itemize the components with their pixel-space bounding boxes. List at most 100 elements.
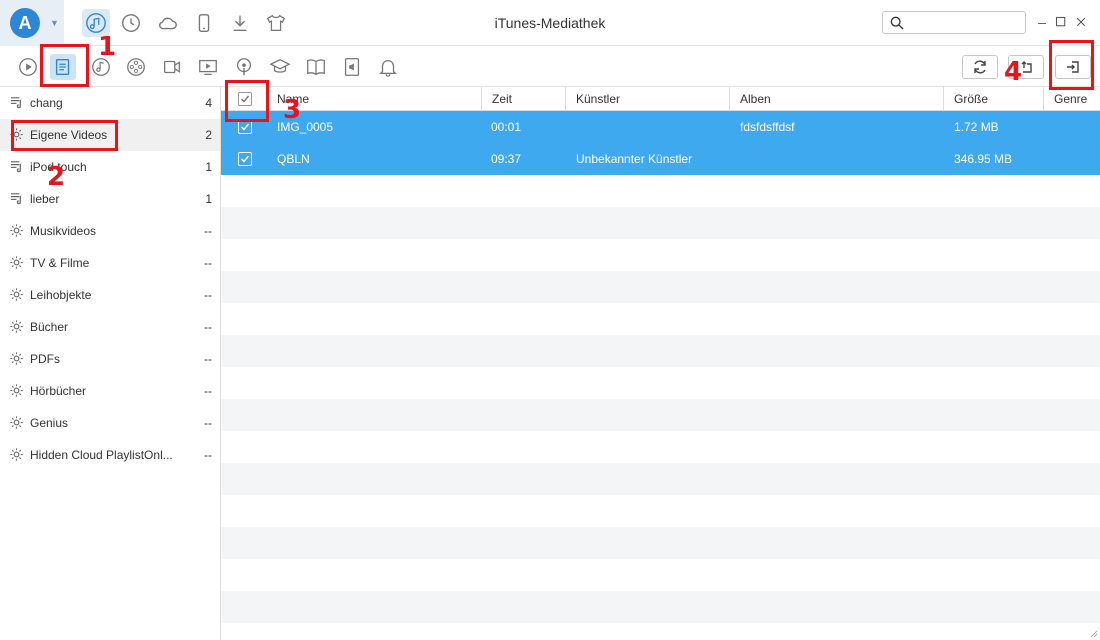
phone-icon[interactable] xyxy=(190,9,218,37)
highlight-box-4 xyxy=(1049,40,1094,90)
table-header: Name Zeit Künstler Alben Größe Genre xyxy=(221,87,1100,111)
empty-row xyxy=(221,463,1100,495)
audiobook-icon[interactable] xyxy=(339,54,365,80)
sidebar-item-label: Musikvideos xyxy=(30,224,97,238)
refresh-icon xyxy=(974,60,986,74)
search-icon xyxy=(890,16,904,30)
gear-icon xyxy=(9,447,24,462)
highlight-box-3 xyxy=(225,80,269,122)
cloud-icon[interactable] xyxy=(154,9,182,37)
gear-icon xyxy=(9,415,24,430)
sidebar-item-count: -- xyxy=(204,224,212,238)
sidebar-item-label: Leihobjekte xyxy=(30,288,92,302)
cell-zeit: 00:01 xyxy=(491,120,522,134)
highlight-box-1 xyxy=(40,44,89,87)
empty-row xyxy=(221,591,1100,623)
sidebar-item-label: Hidden Cloud PlaylistOnl... xyxy=(30,448,173,462)
sidebar-item[interactable]: iPod touch 1 xyxy=(0,151,220,183)
sidebar-item-count: -- xyxy=(204,416,212,430)
sidebar-item-count: 1 xyxy=(205,192,212,206)
column-header-kuenstler[interactable]: Künstler xyxy=(565,87,729,111)
resize-grip-icon[interactable] xyxy=(1088,628,1098,638)
podcast-icon[interactable] xyxy=(231,54,257,80)
empty-row xyxy=(221,527,1100,559)
sidebar-item-label: Genius xyxy=(30,416,69,430)
sidebar-item-label: Bücher xyxy=(30,320,69,334)
title-bar: A ▼ iTunes-Mediathek – xyxy=(0,0,1100,46)
annotation-number-1: 1 xyxy=(98,32,117,62)
sidebar-item-label: Hörbücher xyxy=(30,384,87,398)
maximize-icon[interactable] xyxy=(1053,14,1069,30)
table-body: IMG_0005 00:01 fdsfdsffdsf 1.72 MB QBLN 09:37… xyxy=(221,111,1100,623)
sidebar-item[interactable]: Hidden Cloud PlaylistOnl... -- xyxy=(0,439,220,471)
empty-row xyxy=(221,431,1100,463)
gear-icon xyxy=(9,255,24,270)
book-icon[interactable] xyxy=(303,54,329,80)
search-field[interactable] xyxy=(882,11,1026,34)
empty-row xyxy=(221,399,1100,431)
empty-row xyxy=(221,335,1100,367)
sidebar-item-label: PDFs xyxy=(30,352,60,366)
sidebar-item-count: -- xyxy=(204,448,212,462)
row-checkbox[interactable] xyxy=(238,152,252,166)
sidebar-item[interactable]: Genius -- xyxy=(0,407,220,439)
checkmark-icon xyxy=(241,123,250,131)
play-icon[interactable] xyxy=(15,54,41,80)
cell-kuenstler: Unbekannter Künstler xyxy=(576,152,693,166)
row-checkbox[interactable] xyxy=(238,120,252,134)
empty-row xyxy=(221,271,1100,303)
sidebar-item-count: -- xyxy=(204,288,212,302)
sidebar-item-label: lieber xyxy=(30,192,60,206)
checkmark-icon xyxy=(241,155,250,163)
column-header-alben[interactable]: Alben xyxy=(729,87,943,111)
sidebar-item[interactable]: Hörbücher -- xyxy=(0,375,220,407)
app-logo[interactable]: A ▼ xyxy=(0,0,64,46)
cell-alben: fdsfdsffdsf xyxy=(740,120,795,134)
column-header-groesse[interactable]: Größe xyxy=(943,87,1043,111)
window-title: iTunes-Mediathek xyxy=(494,15,606,31)
sidebar-item-count: -- xyxy=(204,320,212,334)
empty-row xyxy=(221,175,1100,207)
sidebar-item[interactable]: lieber 1 xyxy=(0,183,220,215)
tv-icon[interactable] xyxy=(195,54,221,80)
empty-row xyxy=(221,303,1100,335)
category-toolbar xyxy=(0,46,1100,87)
table-row[interactable]: IMG_0005 00:01 fdsfdsffdsf 1.72 MB xyxy=(221,111,1100,143)
sidebar-item[interactable]: Leihobjekte -- xyxy=(0,279,220,311)
gear-icon xyxy=(9,351,24,366)
bell-icon[interactable] xyxy=(375,54,401,80)
sidebar-item-label: chang xyxy=(30,96,63,110)
sidebar-item-count: -- xyxy=(204,384,212,398)
highlight-box-2 xyxy=(11,120,118,151)
film-reel-icon[interactable] xyxy=(123,54,149,80)
minimize-icon[interactable]: – xyxy=(1034,14,1050,30)
download-icon[interactable] xyxy=(226,9,254,37)
playlist-icon xyxy=(9,95,24,110)
empty-row xyxy=(221,367,1100,399)
history-icon[interactable] xyxy=(117,9,145,37)
sidebar-item[interactable]: chang 4 xyxy=(0,87,220,119)
annotation-number-4: 4 xyxy=(1004,57,1023,87)
cell-zeit: 09:37 xyxy=(491,152,522,166)
sidebar-item-count: -- xyxy=(204,256,212,270)
cell-name: QBLN xyxy=(277,152,310,166)
tshirt-icon[interactable] xyxy=(262,9,290,37)
cell-groesse: 346.95 MB xyxy=(954,152,1013,166)
column-header-genre[interactable]: Genre xyxy=(1043,87,1100,111)
sidebar-item[interactable]: Musikvideos -- xyxy=(0,215,220,247)
sidebar-item-count: 4 xyxy=(205,96,212,110)
sidebar-item[interactable]: PDFs -- xyxy=(0,343,220,375)
gear-icon xyxy=(9,319,24,334)
sidebar-item[interactable]: Bücher -- xyxy=(0,311,220,343)
chevron-down-icon[interactable]: ▼ xyxy=(50,18,59,28)
graduation-cap-icon[interactable] xyxy=(267,54,293,80)
sidebar-item-count: 1 xyxy=(205,160,212,174)
gear-icon xyxy=(9,383,24,398)
close-icon[interactable] xyxy=(1073,14,1089,30)
refresh-button[interactable] xyxy=(962,55,998,79)
video-camera-icon[interactable] xyxy=(159,54,185,80)
sidebar-item[interactable]: TV & Filme -- xyxy=(0,247,220,279)
column-header-zeit[interactable]: Zeit xyxy=(481,87,565,111)
empty-row xyxy=(221,495,1100,527)
table-row[interactable]: QBLN 09:37 Unbekannter Künstler 346.95 MB xyxy=(221,143,1100,175)
